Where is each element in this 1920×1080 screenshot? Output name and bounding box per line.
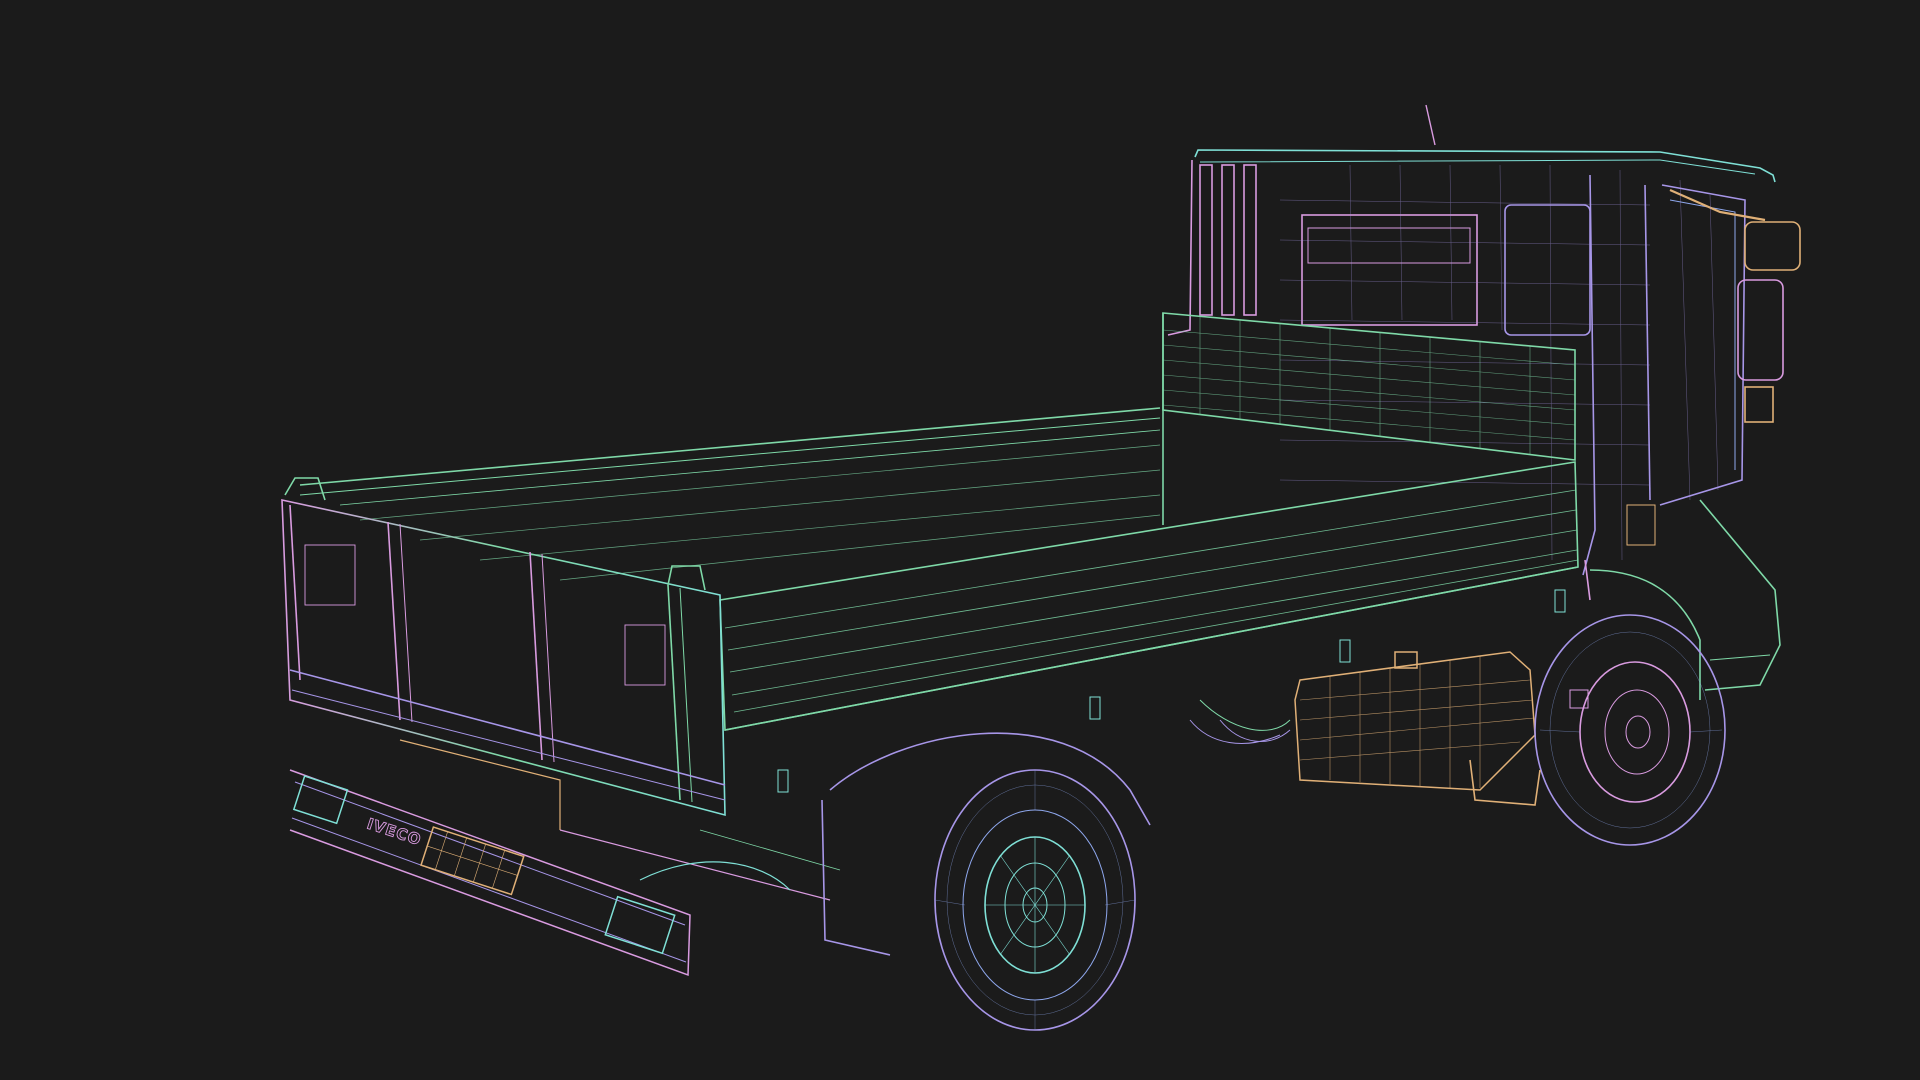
tailgate (281, 477, 726, 817)
cargo-bed (299, 407, 1579, 793)
rear-bumper (289, 769, 691, 977)
3d-viewport[interactable]: IVECO (0, 0, 1920, 1080)
rear-wheel (821, 719, 1291, 1031)
brand-badge-text: IVECO (365, 815, 424, 849)
headboard (1162, 312, 1576, 525)
fuel-tank (1294, 651, 1536, 791)
chassis (399, 699, 1291, 901)
front-wheel (1469, 614, 1726, 846)
cab-mesh (1279, 164, 1719, 561)
wireframe-render: IVECO (281, 104, 1801, 1031)
